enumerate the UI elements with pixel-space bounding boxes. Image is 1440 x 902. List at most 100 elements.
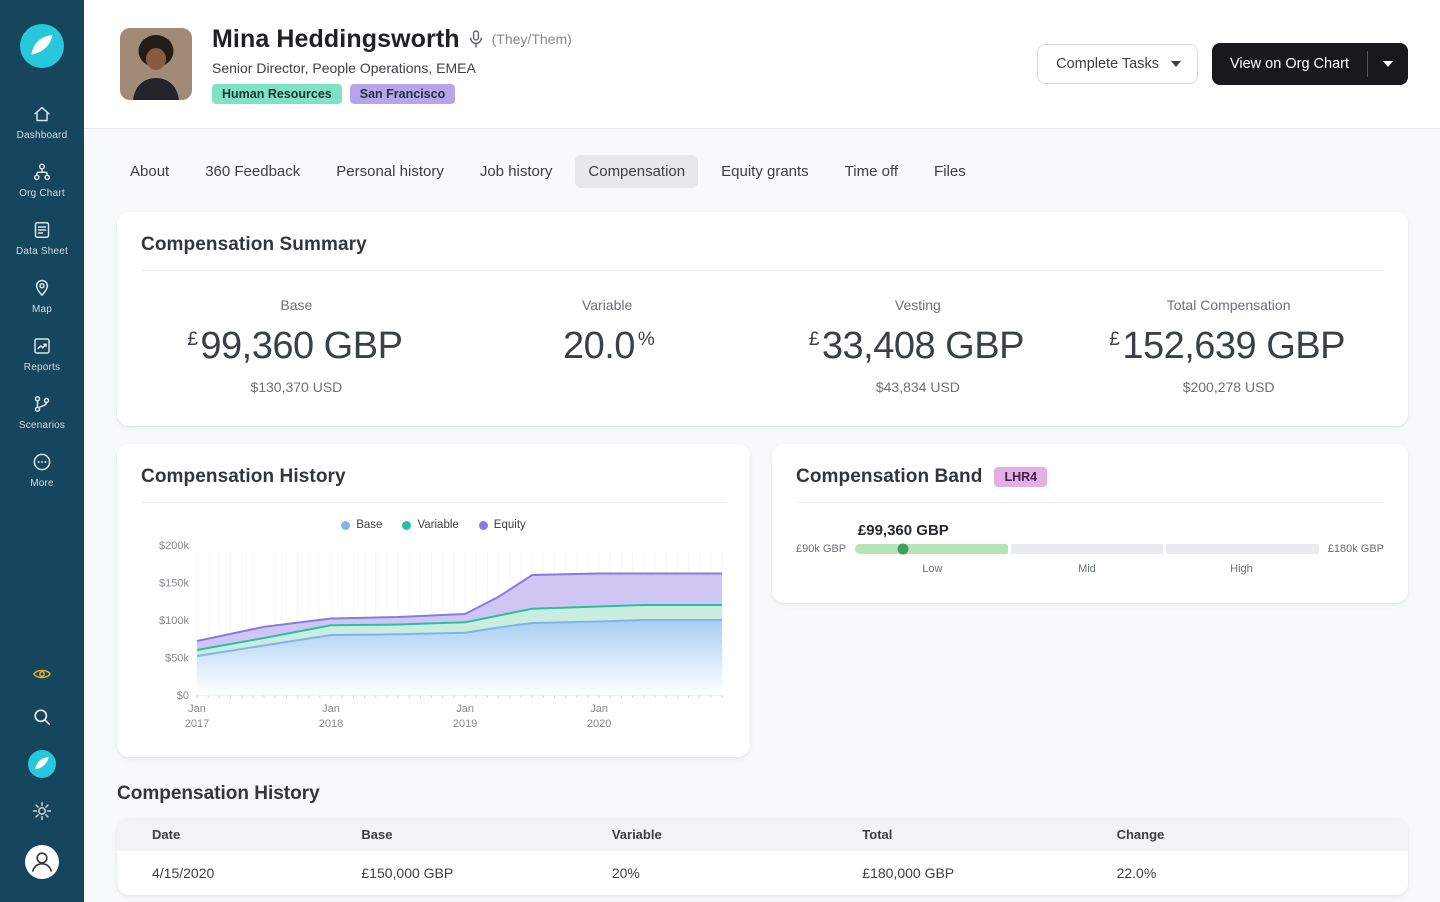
cell-date: 4/15/2020 bbox=[152, 865, 215, 881]
tag-human-resources[interactable]: Human Resources bbox=[212, 83, 342, 104]
tab-time-off[interactable]: Time off bbox=[832, 155, 911, 188]
cell-total: £180,000 GBP bbox=[862, 865, 955, 881]
sidebar-item-label: Scenarios bbox=[18, 420, 66, 431]
reports-icon bbox=[34, 338, 50, 354]
legend-dot bbox=[402, 520, 412, 530]
complete-tasks-label: Complete Tasks bbox=[1056, 56, 1159, 72]
eye-icon[interactable] bbox=[32, 664, 52, 684]
summary-usd-value: $130,370 USD bbox=[250, 379, 343, 395]
view-org-chart-label: View on Org Chart bbox=[1229, 56, 1349, 72]
card-title: Compensation Band bbox=[796, 466, 983, 487]
band-current-value: £99,360 GBP bbox=[857, 522, 949, 539]
profile-header: Mina Heddingsworth (They/Them) Senior Di… bbox=[84, 0, 1440, 129]
tab-about[interactable]: About bbox=[117, 155, 182, 188]
summary-label: Variable bbox=[581, 297, 633, 313]
compensation-history-chart: $0 $50k $100k $150k $200k Jan 2017 Jan 2018 Jan 20… bbox=[159, 540, 723, 730]
band-max-label: £180k GBP bbox=[1327, 543, 1384, 555]
compensation-summary-card: Compensation Summary Base £99,360 GBP $1… bbox=[117, 212, 1408, 426]
band-label-mid: Mid bbox=[1078, 563, 1096, 575]
col-header-date: Date bbox=[117, 818, 350, 851]
band-marker bbox=[897, 543, 909, 555]
sidebar-item-label: Data Sheet bbox=[15, 246, 69, 257]
scenarios-icon bbox=[34, 396, 50, 412]
currency-symbol: £ bbox=[1109, 329, 1120, 350]
legend-label: Equity bbox=[493, 519, 526, 531]
sidebar-item-label: Map bbox=[31, 304, 53, 315]
tab-files[interactable]: Files bbox=[921, 155, 979, 188]
sidebar-item-reports[interactable]: Reports bbox=[0, 326, 84, 384]
user-account-avatar[interactable] bbox=[24, 844, 60, 880]
person-name: Mina Heddingsworth bbox=[212, 24, 460, 53]
data-sheet-icon bbox=[34, 222, 50, 238]
band-mid-segment bbox=[1010, 544, 1164, 554]
summary-label: Vesting bbox=[894, 297, 941, 313]
sidebar-item-more[interactable]: More bbox=[0, 442, 84, 500]
legend-item-variable[interactable]: Variable bbox=[402, 519, 459, 531]
table-row[interactable]: 4/15/2020 £150,000 GBP 20% £180,000 GBP … bbox=[117, 851, 1408, 895]
compensation-history-table-card: Date Base Variable Total Change 4/15/202… bbox=[117, 818, 1408, 895]
charthop-logo[interactable] bbox=[20, 24, 64, 68]
currency-symbol: £ bbox=[187, 329, 198, 350]
sidebar-item-label: Dashboard bbox=[16, 130, 68, 141]
col-header-variable: Variable bbox=[599, 818, 851, 851]
band-track bbox=[855, 543, 1319, 555]
more-ellipsis-icon bbox=[33, 453, 51, 471]
home-icon bbox=[34, 106, 50, 122]
tag-row: Human Resources San Francisco bbox=[212, 83, 572, 104]
tab-job-history[interactable]: Job history bbox=[467, 155, 566, 188]
tab-360-feedback[interactable]: 360 Feedback bbox=[192, 155, 313, 188]
svg-text:$150k: $150k bbox=[159, 578, 189, 590]
svg-text:2019: 2019 bbox=[453, 718, 477, 730]
svg-text:Jan: Jan bbox=[590, 703, 608, 715]
charthop-mini-logo-icon[interactable] bbox=[28, 750, 56, 778]
pronunciation-mic-icon[interactable] bbox=[469, 30, 483, 48]
chevron-down-icon bbox=[1383, 61, 1393, 67]
summary-col-vesting: Vesting £33,408 GBP $43,834 USD bbox=[763, 297, 1074, 396]
pronouns: (They/Them) bbox=[491, 31, 572, 47]
org-chart-icon bbox=[33, 163, 51, 181]
svg-text:$50k: $50k bbox=[165, 653, 189, 665]
card-title: Compensation Summary bbox=[141, 234, 367, 255]
summary-grid: Base £99,360 GBP $130,370 USD Variable 2… bbox=[141, 297, 1384, 396]
legend-item-equity[interactable]: Equity bbox=[478, 519, 526, 531]
view-org-chart-dropdown[interactable] bbox=[1368, 43, 1408, 85]
table-header-row: Date Base Variable Total Change bbox=[117, 818, 1408, 851]
tab-equity-grants[interactable]: Equity grants bbox=[708, 155, 822, 188]
summary-usd-value: $200,278 USD bbox=[1182, 379, 1275, 395]
svg-text:$0: $0 bbox=[177, 690, 189, 702]
sidebar-item-label: More bbox=[30, 478, 54, 489]
legend-label: Base bbox=[356, 519, 383, 531]
band-code-badge: LHR4 bbox=[994, 467, 1048, 487]
sidebar-item-dashboard[interactable]: Dashboard bbox=[0, 94, 84, 152]
svg-text:2018: 2018 bbox=[319, 718, 343, 730]
search-icon[interactable] bbox=[32, 707, 52, 727]
cell-change: 22.0% bbox=[1116, 865, 1157, 881]
band-label-low: Low bbox=[922, 563, 943, 575]
band-low-segment bbox=[855, 544, 1008, 554]
legend-dot bbox=[341, 520, 351, 530]
chart-legend: Base Variable Equity bbox=[141, 519, 726, 531]
svg-text:Jan: Jan bbox=[322, 703, 340, 715]
tab-compensation[interactable]: Compensation bbox=[575, 155, 699, 188]
legend-item-base[interactable]: Base bbox=[341, 519, 382, 531]
tag-san-francisco[interactable]: San Francisco bbox=[349, 83, 456, 104]
band-min-label: £90k GBP bbox=[796, 543, 847, 555]
divider bbox=[141, 502, 726, 503]
cell-variable: 20% bbox=[611, 865, 640, 881]
sidebar-item-map[interactable]: Map bbox=[0, 268, 84, 326]
sidebar-bottom-group bbox=[24, 664, 60, 880]
view-org-chart-button[interactable]: View on Org Chart bbox=[1211, 43, 1408, 85]
summary-value: 99,360 GBP bbox=[200, 325, 403, 367]
sidebar-item-org-chart[interactable]: Org Chart bbox=[0, 152, 84, 210]
tab-personal-history[interactable]: Personal history bbox=[323, 155, 457, 188]
chevron-down-icon bbox=[1170, 61, 1181, 67]
sidebar-item-scenarios[interactable]: Scenarios bbox=[0, 384, 84, 442]
gear-icon[interactable] bbox=[32, 801, 52, 821]
svg-text:$100k: $100k bbox=[159, 615, 189, 627]
band-high-segment bbox=[1166, 544, 1319, 554]
sidebar-item-data-sheet[interactable]: Data Sheet bbox=[0, 210, 84, 268]
summary-col-variable: Variable 20.0% bbox=[452, 297, 763, 396]
complete-tasks-button[interactable]: Complete Tasks bbox=[1037, 44, 1198, 84]
legend-label: Variable bbox=[417, 519, 459, 531]
summary-usd-value: $43,834 USD bbox=[875, 379, 960, 395]
